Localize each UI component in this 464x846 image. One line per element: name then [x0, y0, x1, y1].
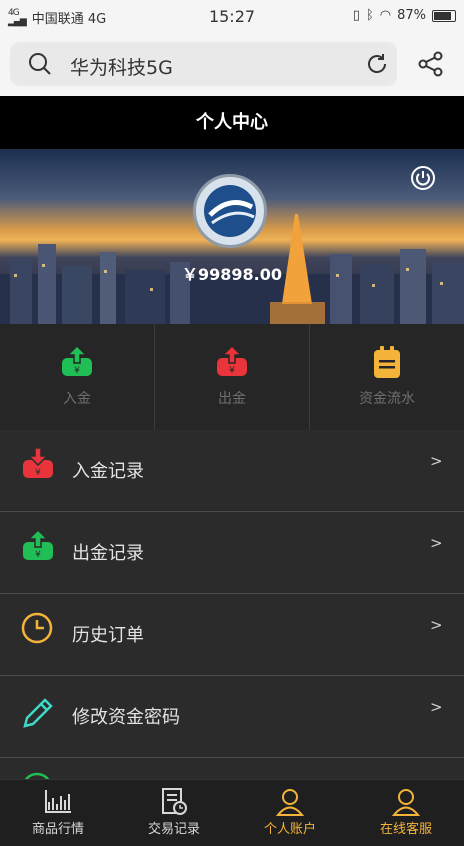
- list-item-withdraw-record[interactable]: ¥ 出金记录 >: [0, 512, 464, 594]
- refresh-icon[interactable]: [365, 52, 389, 76]
- user-icon: [276, 789, 304, 816]
- clipboard-icon: [374, 346, 400, 378]
- deposit-button[interactable]: ¥ 入金: [0, 324, 154, 430]
- page-title: 个人中心: [0, 96, 464, 149]
- svg-text:¥: ¥: [35, 550, 41, 560]
- bluetooth-icon: ᛒ: [365, 8, 374, 23]
- fund-flow-button[interactable]: 资金流水: [309, 324, 464, 430]
- chevron-right-icon: >: [430, 698, 443, 716]
- search-icon: [29, 53, 51, 75]
- chevron-right-icon: >: [430, 534, 443, 552]
- fund-flow-label: 资金流水: [359, 391, 415, 407]
- tab-trade-records[interactable]: 交易记录: [116, 780, 232, 846]
- tab-label: 个人账户: [263, 822, 316, 837]
- list-item-deposit-record[interactable]: ¥ 入金记录 >: [0, 430, 464, 512]
- vibrate-icon: ▯: [352, 8, 360, 23]
- profile-banner: ￥99898.00: [0, 149, 464, 324]
- svg-text:¥: ¥: [74, 366, 80, 376]
- search-text: 华为科技5G: [70, 57, 173, 79]
- tab-label: 交易记录: [147, 822, 200, 837]
- pencil-icon: [23, 698, 53, 728]
- withdraw-record-icon: ¥: [23, 530, 53, 560]
- list-item-change-fund-password[interactable]: 修改资金密码 >: [0, 676, 464, 758]
- tab-label: 商品行情: [31, 822, 84, 837]
- list-item-order-history[interactable]: 历史订单 >: [0, 594, 464, 676]
- tab-market[interactable]: 商品行情: [0, 780, 116, 846]
- status-bar: 4G ▂▄▆ 中国联通 4G 15:27 ▯ ᛒ ◠ 87%: [0, 0, 464, 32]
- withdraw-icon: ¥: [217, 346, 247, 376]
- clock-icon: [21, 612, 53, 644]
- tab-customer-service[interactable]: 在线客服: [348, 780, 464, 846]
- tab-personal-account[interactable]: 个人账户: [232, 780, 348, 846]
- list-item-label: 修改资金密码: [72, 707, 180, 728]
- deposit-label: 入金: [63, 391, 91, 407]
- quick-actions: ¥ 入金 ¥ 出金 资金流水: [0, 324, 464, 430]
- search-input[interactable]: 华为科技5G: [10, 42, 397, 86]
- svg-text:¥: ¥: [35, 468, 41, 478]
- share-icon[interactable]: [418, 51, 444, 77]
- list-item-label: 出金记录: [72, 543, 144, 564]
- chevron-right-icon: >: [430, 616, 443, 634]
- logo-icon: [204, 185, 256, 237]
- withdraw-button[interactable]: ¥ 出金: [154, 324, 309, 430]
- chevron-right-icon: >: [430, 452, 443, 470]
- svg-text:¥: ¥: [229, 366, 235, 376]
- menu-list: ¥ 入金记录 > ¥ 出金记录 > 历史订单 > 修改资金密码 >: [0, 430, 464, 839]
- deposit-icon: ¥: [62, 346, 92, 376]
- user-icon: [392, 789, 420, 816]
- battery-percent: 87%: [397, 8, 426, 23]
- list-item-label: 历史订单: [72, 625, 144, 646]
- wifi-icon: ◠: [379, 8, 392, 23]
- avatar[interactable]: [193, 174, 267, 248]
- list-item-label: 入金记录: [72, 461, 144, 482]
- withdraw-label: 出金: [218, 391, 246, 407]
- battery-icon: [432, 9, 456, 22]
- tab-label: 在线客服: [379, 822, 432, 837]
- bottom-tab-bar: 商品行情 交易记录 个人账户 在线客服: [0, 779, 464, 846]
- deposit-record-icon: ¥: [23, 448, 53, 478]
- logout-power-icon[interactable]: [410, 165, 436, 191]
- account-balance: ￥99898.00: [181, 265, 282, 284]
- chart-icon: [45, 790, 71, 813]
- browser-bar: 华为科技5G: [0, 32, 464, 96]
- record-icon: [162, 788, 187, 815]
